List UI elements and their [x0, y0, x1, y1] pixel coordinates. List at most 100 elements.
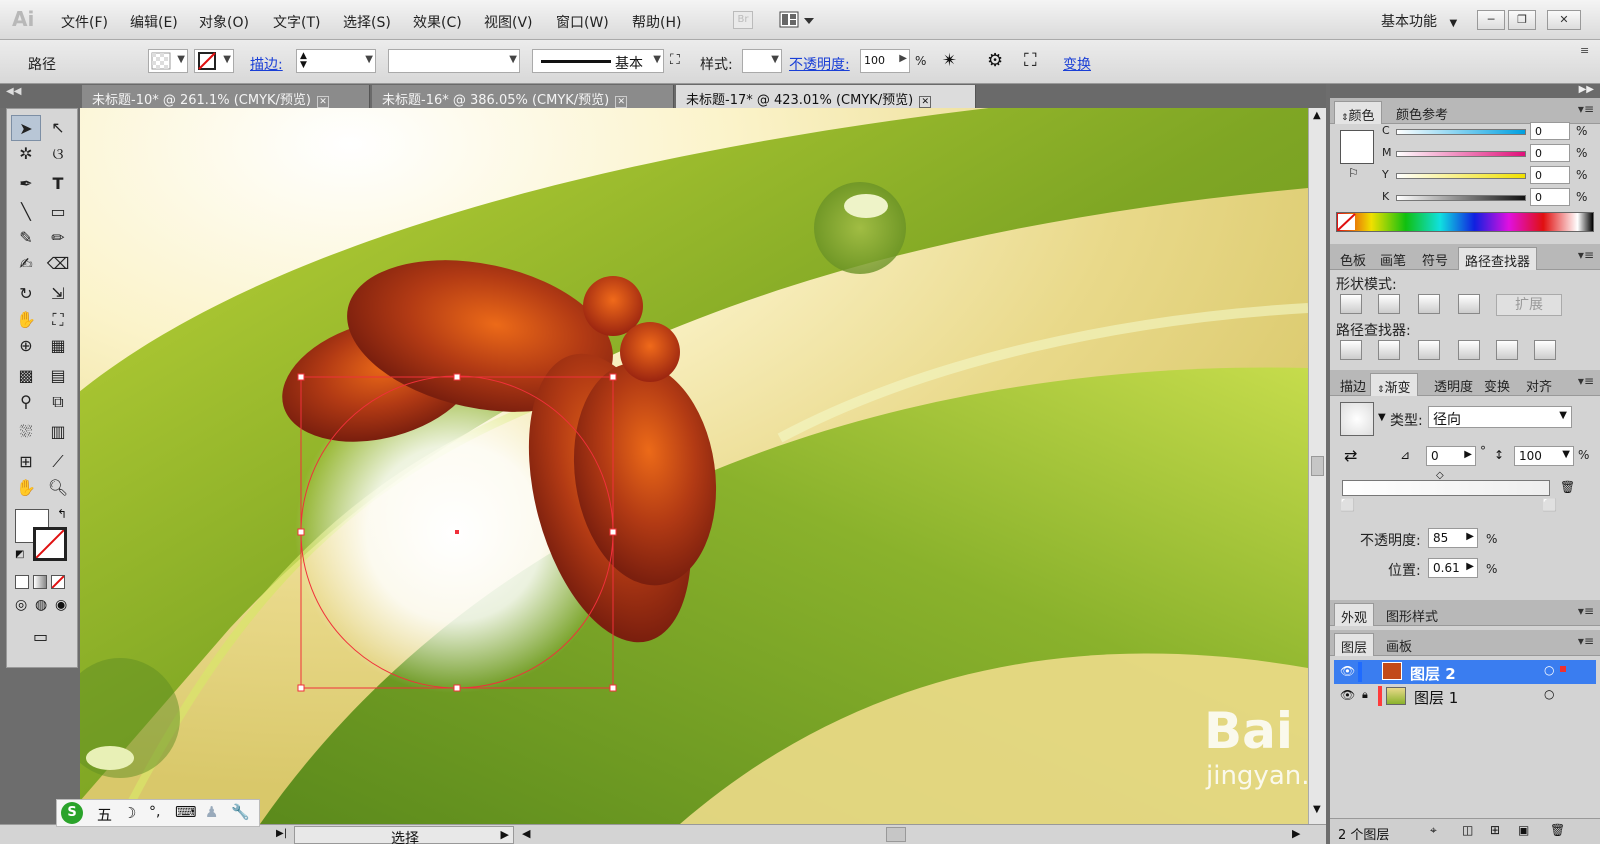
expand-panels-icon[interactable]: ▶▶: [1579, 84, 1594, 95]
close-button[interactable]: ✕: [1547, 10, 1581, 30]
free-transform-tool[interactable]: ⛶: [43, 307, 73, 333]
trash-icon[interactable]: 🗑︎: [1550, 823, 1565, 837]
artboard-tool[interactable]: ⊞: [11, 449, 41, 475]
merge-button[interactable]: [1418, 340, 1440, 360]
out-of-gamut-icon[interactable]: ⚐: [1348, 166, 1359, 180]
line-tool[interactable]: ╲: [11, 199, 41, 225]
tab-align[interactable]: 对齐: [1520, 373, 1558, 396]
align-stroke-icon[interactable]: ⛶: [670, 52, 680, 68]
ime-skin-icon[interactable]: ♟: [205, 803, 218, 821]
menu-object[interactable]: 对象(O): [199, 12, 249, 32]
lasso-tool[interactable]: ଓ: [43, 141, 73, 167]
gradient-slider[interactable]: [1342, 480, 1550, 496]
cyan-slider[interactable]: C 0 %: [1382, 122, 1597, 142]
panel-menu-icon[interactable]: ▾≡: [1578, 374, 1594, 388]
black-slider[interactable]: K 0 %: [1382, 188, 1597, 208]
gradient-tool[interactable]: ▤: [43, 363, 73, 389]
slider-track[interactable]: [1396, 151, 1526, 157]
swap-fill-stroke-icon[interactable]: ↰: [57, 507, 67, 521]
layer-row[interactable]: 👁︎ 🔒︎ 图层 1 ○: [1334, 684, 1596, 708]
status-tool-dropdown[interactable]: 选择 ▶: [294, 826, 514, 844]
trim-button[interactable]: [1378, 340, 1400, 360]
gradient-stop-right[interactable]: ⬜: [1542, 498, 1557, 512]
layer-row-selected[interactable]: 👁︎ 图层 2 ○: [1334, 660, 1596, 684]
pen-tool[interactable]: ✒: [11, 171, 41, 197]
tab-symbols[interactable]: 符号: [1416, 247, 1454, 270]
scroll-right-icon[interactable]: ▶: [1292, 827, 1300, 840]
close-icon[interactable]: ✕: [615, 96, 628, 108]
brush-definition-dropdown[interactable]: 基本 ▼: [532, 49, 664, 73]
opacity-input[interactable]: 100 ▶: [860, 49, 910, 73]
mesh-tool[interactable]: ▩: [11, 363, 41, 389]
color-spectrum[interactable]: [1336, 212, 1594, 232]
ime-punctuation-icon[interactable]: °,: [149, 804, 160, 820]
tab-artboards[interactable]: 画板: [1380, 633, 1418, 656]
graphic-style-dropdown[interactable]: ▼: [742, 49, 782, 73]
expand-button[interactable]: 扩展: [1496, 294, 1562, 316]
type-tool[interactable]: T: [43, 171, 73, 197]
vertical-scrollbar[interactable]: ▲ ▼: [1308, 108, 1326, 824]
draw-normal-icon[interactable]: ◎: [15, 597, 27, 613]
draw-behind-icon[interactable]: ◍: [35, 597, 47, 613]
cyan-value[interactable]: 0: [1530, 122, 1570, 140]
tab-transform[interactable]: 变换: [1478, 373, 1516, 396]
hand-tool[interactable]: ✋: [11, 475, 41, 501]
transform-panel-link[interactable]: 变换: [1063, 54, 1091, 74]
selection-tool[interactable]: ➤: [11, 115, 41, 141]
minus-front-button[interactable]: [1378, 294, 1400, 314]
stop-location-input[interactable]: 0.61 ▶: [1428, 558, 1478, 578]
paintbrush-tool[interactable]: ✎: [11, 225, 41, 251]
close-icon[interactable]: ✕: [919, 96, 932, 108]
panel-menu-icon[interactable]: ▾≡: [1578, 634, 1594, 648]
menu-file[interactable]: 文件(F): [61, 12, 108, 32]
black-value[interactable]: 0: [1530, 188, 1570, 206]
align-to-selection-icon[interactable]: ⛶: [1024, 50, 1037, 71]
chevron-down-icon[interactable]: ▼: [1378, 412, 1386, 423]
reverse-gradient-icon[interactable]: ⇄: [1344, 446, 1357, 465]
slider-track[interactable]: [1396, 195, 1526, 201]
previous-artboard-icon[interactable]: ▶|: [276, 828, 287, 839]
fill-color-dropdown[interactable]: ▼: [148, 49, 188, 73]
stroke-weight-input[interactable]: ▲ ▼ ▼: [296, 49, 376, 73]
new-sublayer-icon[interactable]: ⊞: [1490, 823, 1500, 837]
symbol-sprayer-tool[interactable]: ⛆: [11, 419, 41, 445]
doc-tab[interactable]: 未标题-16* @ 386.05% (CMYK/预览) ✕: [372, 85, 674, 108]
shape-builder-tool[interactable]: ⊕: [11, 333, 41, 359]
panel-menu-icon[interactable]: ▾≡: [1578, 102, 1594, 116]
blob-brush-tool[interactable]: ✍: [11, 251, 41, 277]
blend-tool[interactable]: ⧉: [43, 389, 73, 415]
stroke-panel-link[interactable]: 描边:: [250, 54, 283, 74]
lock-icon[interactable]: 🔒︎: [1362, 688, 1368, 702]
close-icon[interactable]: ✕: [316, 96, 329, 108]
warp-tool[interactable]: ✋: [11, 307, 41, 333]
horizontal-scroll-thumb[interactable]: [886, 827, 906, 842]
outline-button[interactable]: [1496, 340, 1518, 360]
stroke-swatch[interactable]: [33, 527, 67, 561]
minimize-button[interactable]: ─: [1477, 10, 1505, 30]
tab-graphic-styles[interactable]: 图形样式: [1380, 603, 1444, 626]
locate-object-icon[interactable]: ⌖: [1430, 823, 1437, 838]
workspace-switcher[interactable]: 基本功能 ▼: [1381, 11, 1457, 31]
artboard-canvas[interactable]: Bai 经验 jingyan.baidu.com: [80, 108, 1308, 824]
slice-tool[interactable]: ⟋: [43, 449, 73, 475]
ime-settings-icon[interactable]: 🔧: [231, 803, 250, 821]
doc-tab-active[interactable]: 未标题-17* @ 423.01% (CMYK/预览) ✕: [676, 85, 976, 108]
recolor-artwork-icon[interactable]: ✴: [942, 50, 957, 71]
eyedropper-tool[interactable]: ⚲: [11, 389, 41, 415]
tab-layers[interactable]: 图层: [1334, 633, 1375, 656]
bridge-button[interactable]: Br: [733, 11, 753, 29]
tab-appearance[interactable]: 外观: [1334, 603, 1375, 626]
panel-menu-icon[interactable]: ≡: [1580, 44, 1589, 57]
stepper-icon[interactable]: ▲ ▼: [300, 52, 307, 70]
magic-wand-tool[interactable]: ✲: [11, 141, 41, 167]
stroke-color-dropdown[interactable]: ▼: [194, 49, 234, 73]
clipping-mask-icon[interactable]: ◫: [1462, 823, 1473, 837]
exclude-button[interactable]: [1458, 294, 1480, 314]
yellow-value[interactable]: 0: [1530, 166, 1570, 184]
screen-mode-icon[interactable]: ▭: [33, 627, 48, 646]
arrange-documents-button[interactable]: [778, 10, 818, 30]
rectangle-tool[interactable]: ▭: [43, 199, 73, 225]
menu-select[interactable]: 选择(S): [343, 12, 391, 32]
column-graph-tool[interactable]: ▥: [43, 419, 73, 445]
tab-swatches[interactable]: 色板: [1334, 247, 1372, 270]
